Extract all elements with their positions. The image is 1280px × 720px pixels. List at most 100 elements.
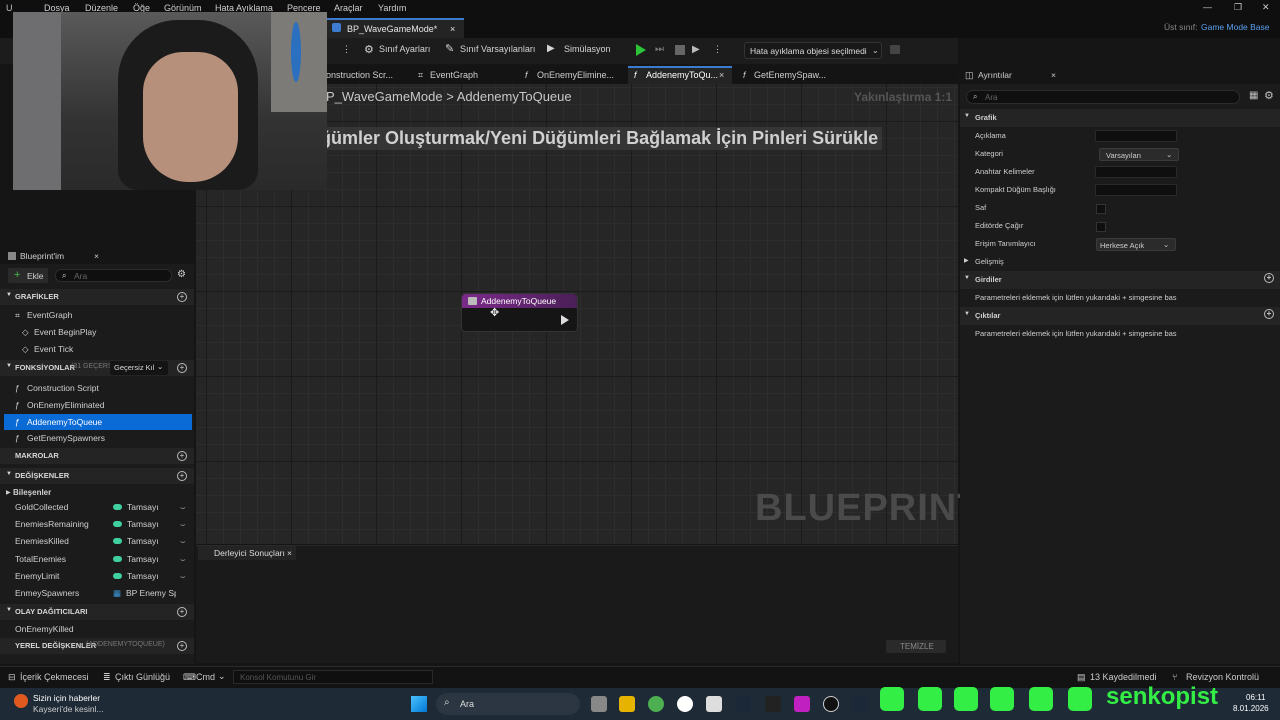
add-dispatcher-icon[interactable]: + [177, 607, 187, 617]
my-blueprint-search-input[interactable]: ⌕ Ara [55, 269, 172, 282]
menu-tools[interactable]: Araçlar [334, 3, 363, 13]
sidebar-item-add-enemy-to-queue[interactable]: ƒ AddenemyToQueue [4, 414, 192, 430]
eye-icon[interactable]: ⌣ [180, 502, 186, 513]
steam-icon[interactable] [852, 696, 868, 712]
store-icon[interactable] [706, 696, 722, 712]
table-view-icon[interactable]: ▦ [1249, 90, 1258, 101]
console-input[interactable]: Konsol Komutunu Gir [233, 670, 433, 684]
play-icon[interactable] [636, 44, 646, 56]
add-input-icon[interactable]: + [1264, 273, 1274, 283]
taskbar-search[interactable]: ⌕ Ara [436, 693, 580, 715]
parent-class-link[interactable]: Game Mode Base [1201, 22, 1270, 32]
macros-section-header[interactable]: MAKROLAR + [0, 448, 194, 464]
gear-icon[interactable]: ⚙ [177, 269, 186, 280]
windows-start-icon[interactable] [411, 696, 427, 712]
class-defaults-button[interactable]: Sınıf Varsayılanları [460, 44, 535, 54]
functions-section-header[interactable]: ▼ FONKSİYONLAR (31 GEÇERSİ Geçersiz Kıl … [0, 360, 194, 376]
close-tab-icon[interactable]: × [1051, 70, 1056, 80]
my-blueprint-tab[interactable]: Blueprint'im × [0, 248, 194, 264]
menu-help[interactable]: Yardım [378, 3, 406, 13]
unsaved-count[interactable]: 13 Kaydedilmedi [1090, 672, 1157, 682]
description-field[interactable] [1095, 130, 1177, 142]
close-tab-icon[interactable]: × [94, 251, 99, 261]
add-output-icon[interactable]: + [1264, 309, 1274, 319]
graph-section-header[interactable]: ▼ Grafik [960, 109, 1280, 127]
tab-construction-script[interactable]: onstruction Scr... [326, 70, 393, 80]
task-view-icon[interactable] [591, 696, 607, 712]
output-log-button[interactable]: Çıktı Günlüğü [115, 672, 170, 682]
inputs-section-header[interactable]: ▼ Girdiler + [960, 271, 1280, 289]
breadcrumb-parent[interactable]: P_WaveGameMode [326, 89, 443, 104]
close-window-icon[interactable]: ✕ [1262, 2, 1270, 13]
clear-button[interactable]: TEMİZLE [886, 640, 946, 653]
keywords-field[interactable] [1095, 166, 1177, 178]
variable-row[interactable]: EnmeySpawners ▦ BP Enemy Sp [0, 585, 194, 601]
variable-row[interactable]: EnemiesKilled Tamsayı ⌣ [0, 533, 194, 549]
function-entry-node[interactable]: AddenemyToQueue ✥ [461, 293, 578, 332]
sidebar-item-event-graph[interactable]: ⌗ EventGraph [0, 307, 194, 323]
chrome-icon[interactable] [648, 696, 664, 712]
unreal-engine-icon[interactable] [823, 696, 839, 712]
simulation-button[interactable]: Simülasyon [564, 44, 611, 54]
step-icon[interactable]: ⏭ [655, 44, 667, 56]
tab-get-enemy-spawners[interactable]: GetEnemySpaw... [754, 70, 826, 80]
clock-time[interactable]: 06:11 [1246, 693, 1265, 702]
variable-row[interactable]: EnemiesRemaining Tamsayı ⌣ [0, 516, 194, 532]
compiler-results-tab[interactable]: Derleyici Sonuçları × [198, 546, 296, 560]
steam-icon[interactable] [735, 696, 751, 712]
sidebar-item-on-enemy-eliminated[interactable]: ƒ OnEnemyEliminated [0, 397, 194, 413]
add-macro-icon[interactable]: + [177, 451, 187, 461]
close-tab-icon[interactable]: × [450, 24, 455, 34]
variables-section-header[interactable]: ▼ DEĞİŞKENLER + [0, 468, 194, 484]
revision-control-button[interactable]: Revizyon Kontrolü [1186, 672, 1259, 682]
eye-icon[interactable]: ⌣ [180, 571, 186, 582]
app-purple-icon[interactable] [794, 696, 810, 712]
content-drawer-button[interactable]: İçerik Çekmecesi [20, 672, 89, 682]
news-title[interactable]: Sizin için haberler [33, 693, 100, 703]
sidebar-item-get-enemy-spawners[interactable]: ƒ GetEnemySpawners [0, 430, 194, 446]
details-search-input[interactable]: ⌕ Ara [966, 90, 1240, 104]
add-function-icon[interactable]: + [177, 363, 187, 373]
call-in-editor-checkbox[interactable] [1096, 222, 1106, 232]
gear-icon[interactable]: ⚙ [1264, 89, 1274, 102]
access-dropdown[interactable]: Herkese Açık ⌄ [1096, 238, 1176, 251]
tab-event-graph[interactable]: EventGraph [430, 70, 478, 80]
dispatcher-row[interactable]: OnEnemyKilled [0, 621, 194, 637]
graphs-section-header[interactable]: ▼ GRAFİKLER + [0, 289, 194, 305]
more-play-options-icon[interactable]: ⋮ [713, 44, 722, 55]
clock-date[interactable]: 8.01.2026 [1233, 704, 1269, 713]
app-icon[interactable] [677, 696, 693, 712]
sidebar-item-begin-play[interactable]: ◇ Event BeginPlay [0, 324, 194, 340]
cmd-dropdown[interactable]: Cmd [196, 672, 215, 682]
debug-object-dropdown[interactable]: Hata ayıklama objesi seçilmedi ⌄ [744, 42, 882, 59]
browse-icon[interactable] [890, 45, 900, 54]
variable-row[interactable]: EnemyLimit Tamsayı ⌣ [0, 568, 194, 584]
file-explorer-icon[interactable] [619, 696, 635, 712]
maximize-icon[interactable]: ❐ [1234, 2, 1242, 13]
eye-icon[interactable]: ⌣ [180, 554, 186, 565]
tab-on-enemy-eliminated[interactable]: OnEnemyElimine... [537, 70, 614, 80]
class-settings-button[interactable]: Sınıf Ayarları [379, 44, 430, 54]
event-dispatchers-section-header[interactable]: ▼ OLAY DAĞITICILARI + [0, 604, 194, 620]
advanced-row[interactable]: ▶ Gelişmiş [960, 253, 1280, 271]
variable-row[interactable]: GoldCollected Tamsayı ⌣ [0, 499, 194, 515]
add-variable-icon[interactable]: + [177, 471, 187, 481]
category-dropdown[interactable]: Varsayılan ⌄ [1099, 148, 1179, 161]
eye-icon[interactable]: ⌣ [180, 536, 186, 547]
close-tab-icon[interactable]: × [287, 548, 292, 558]
exec-pin-icon[interactable] [561, 315, 569, 325]
local-variables-section-header[interactable]: YEREL DEĞİŞKENLER (ADDENEMYTOQUEUE) + [0, 638, 194, 654]
sidebar-item-construction-script[interactable]: ƒ Construction Script [0, 380, 194, 396]
pure-checkbox[interactable] [1096, 204, 1106, 214]
epic-games-icon[interactable] [765, 696, 781, 712]
details-tab[interactable]: ◫ Ayrıntılar × [960, 66, 1280, 84]
add-button[interactable]: + Ekle [8, 268, 48, 283]
add-local-variable-icon[interactable]: + [177, 641, 187, 651]
news-subtitle[interactable]: Kayseri'de kesinl... [33, 704, 104, 714]
more-options-icon[interactable]: ⋮ [342, 44, 351, 55]
add-graph-icon[interactable]: + [177, 292, 187, 302]
sidebar-item-tick[interactable]: ◇ Event Tick [0, 341, 194, 357]
override-dropdown[interactable]: Geçersiz Kıl ⌄ [110, 361, 168, 375]
document-tab[interactable]: BP_WaveGameMode* × [326, 18, 464, 38]
eye-icon[interactable]: ⌣ [180, 519, 186, 530]
